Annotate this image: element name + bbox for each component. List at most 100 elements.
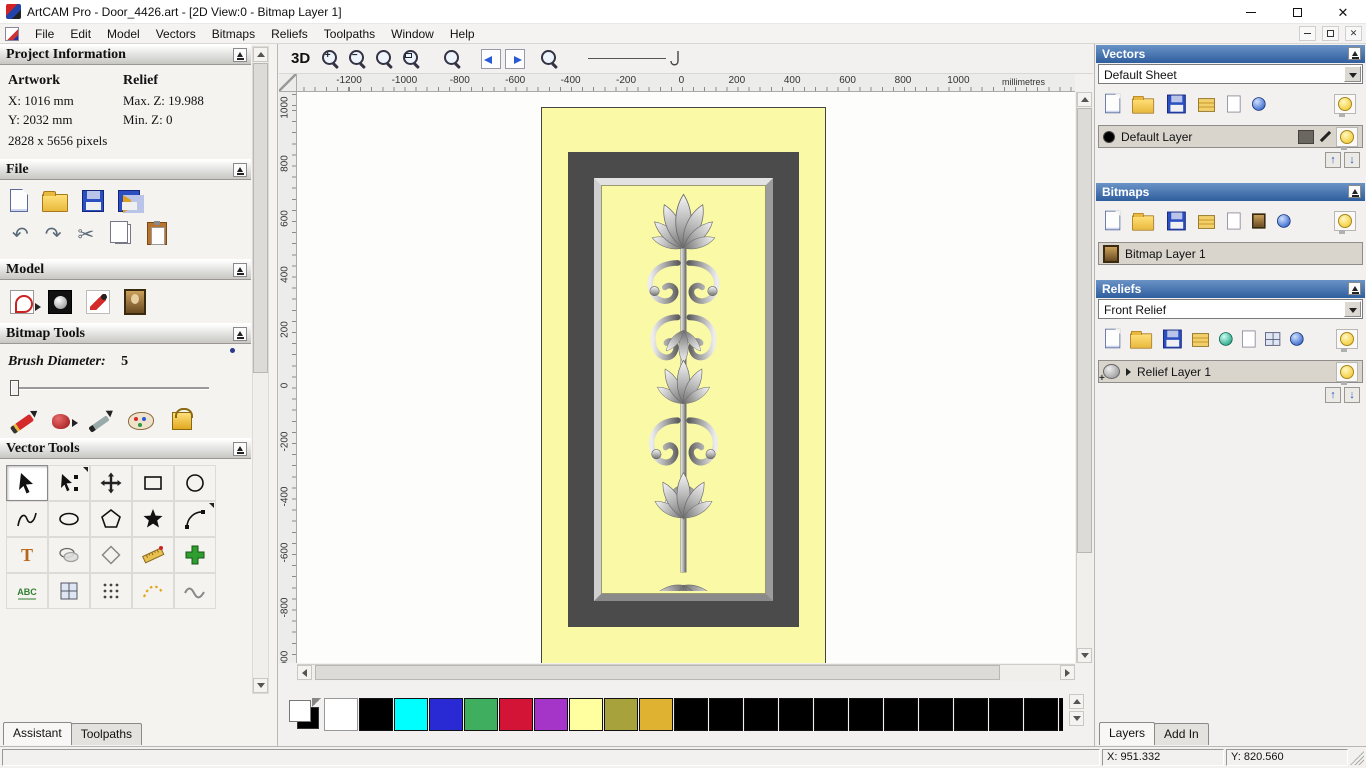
menu-file[interactable]: File: [27, 25, 62, 43]
scroll-left-button[interactable]: [297, 665, 312, 680]
scroll-up-button[interactable]: [1077, 92, 1092, 107]
new-relief-layer-icon[interactable]: [1242, 330, 1256, 347]
collapse-model-button[interactable]: [233, 263, 247, 277]
mdi-close-button[interactable]: ✕: [1345, 26, 1362, 41]
page-right-icon[interactable]: [505, 48, 526, 69]
flood-fill-icon[interactable]: [172, 408, 193, 430]
mdi-minimize-button[interactable]: [1299, 26, 1316, 41]
line-weight-control[interactable]: [588, 50, 684, 68]
canvas-viewport[interactable]: [297, 92, 1075, 663]
tool-wrap-vectors[interactable]: [48, 537, 90, 573]
palette-swatch-19[interactable]: [989, 697, 1023, 731]
zoom-window-icon[interactable]: [401, 48, 422, 70]
palette-swatch-4[interactable]: [464, 697, 498, 731]
door-artwork[interactable]: [541, 107, 826, 663]
save-model-icon[interactable]: [82, 189, 104, 212]
collapse-vectors-button[interactable]: [1348, 47, 1361, 60]
tab-assistant[interactable]: Assistant: [3, 722, 72, 745]
layer-visibility-button[interactable]: [1336, 126, 1358, 147]
layer-merge-icon[interactable]: [1298, 129, 1314, 144]
close-button[interactable]: ✕: [1320, 0, 1366, 24]
palette-swatch-20[interactable]: [1024, 697, 1058, 731]
tool-create-arc[interactable]: [174, 501, 216, 537]
palette-swatch-12[interactable]: [744, 697, 778, 731]
palette-swatch-6[interactable]: [534, 697, 568, 731]
palette-swatch-18[interactable]: [954, 697, 988, 731]
relief-grid-icon[interactable]: [1265, 331, 1281, 346]
copy-icon[interactable]: [110, 220, 132, 244]
scrollbar-thumb[interactable]: [315, 665, 1000, 680]
move-layer-up-button[interactable]: ↑: [1325, 152, 1341, 168]
adjust-model-icon[interactable]: [10, 290, 41, 314]
collapse-bitmap-tools-button[interactable]: [233, 327, 247, 341]
colour-palette-icon[interactable]: [128, 412, 154, 430]
tool-offset-vector[interactable]: [90, 537, 132, 573]
new-relief-icon[interactable]: [1105, 328, 1121, 349]
layer-edit-pen-icon[interactable]: [1318, 130, 1332, 144]
relief-blend-icon[interactable]: [1219, 331, 1233, 346]
tool-vector-doctor[interactable]: [174, 573, 216, 609]
tool-nest-vectors[interactable]: [90, 573, 132, 609]
new-sheet-icon[interactable]: [1227, 95, 1241, 112]
menu-edit[interactable]: Edit: [62, 25, 99, 43]
palette-scroll-up-button[interactable]: [1069, 694, 1084, 709]
assistant-scrollbar[interactable]: [252, 46, 269, 694]
tool-create-ellipse[interactable]: [48, 501, 90, 537]
relief-layer-row[interactable]: Relief Layer 1: [1098, 360, 1363, 384]
scroll-up-button[interactable]: [253, 47, 268, 62]
redo-icon[interactable]: ↷: [45, 223, 62, 245]
collapse-project-information-button[interactable]: [233, 48, 247, 62]
scroll-down-button[interactable]: [253, 678, 268, 693]
open-relief-icon[interactable]: [1130, 330, 1153, 349]
palette-swatch-9[interactable]: [639, 697, 673, 731]
open-bitmap-icon[interactable]: [1132, 212, 1155, 231]
slider-thumb[interactable]: [10, 380, 19, 396]
to-3d-sphere-icon[interactable]: [1277, 213, 1291, 228]
collapse-bitmaps-button[interactable]: [1348, 185, 1361, 198]
palette-swatch-1[interactable]: [359, 697, 393, 731]
save-relief-icon[interactable]: [1163, 329, 1182, 348]
save-vectors-icon[interactable]: [1167, 94, 1186, 113]
canvas-horizontal-scrollbar[interactable]: [297, 664, 1075, 681]
scroll-right-button[interactable]: [1060, 665, 1075, 680]
tool-text-block[interactable]: ABC: [6, 573, 48, 609]
vector-sheet-selector[interactable]: Default Sheet: [1098, 64, 1363, 84]
tool-bitmap-to-vector[interactable]: [48, 573, 90, 609]
collapse-reliefs-button[interactable]: [1348, 282, 1361, 295]
menu-toolpaths[interactable]: Toolpaths: [316, 25, 383, 43]
save-bitmap-icon[interactable]: [1167, 211, 1186, 230]
layer-visibility-button[interactable]: [1336, 361, 1358, 382]
primary-secondary-colour-swatch[interactable]: [287, 697, 321, 731]
tool-transform-vectors[interactable]: [90, 465, 132, 501]
zoom-object-icon[interactable]: [442, 48, 463, 70]
tool-create-text[interactable]: T: [6, 537, 48, 573]
maximize-button[interactable]: [1274, 0, 1320, 24]
cut-icon[interactable]: ✂: [78, 223, 95, 245]
palette-swatch-11[interactable]: [709, 697, 743, 731]
import-bitmap-icon[interactable]: [1198, 214, 1215, 229]
menu-vectors[interactable]: Vectors: [148, 25, 204, 43]
scrollbar-thumb[interactable]: [1077, 108, 1092, 554]
dropdown-button[interactable]: [1344, 66, 1361, 82]
greyscale-from-model-icon[interactable]: [48, 290, 72, 314]
undo-icon[interactable]: ↶: [12, 223, 29, 245]
toggle-all-visibility-button[interactable]: [1334, 210, 1356, 231]
tool-create-star[interactable]: [132, 501, 174, 537]
palette-swatch-16[interactable]: [884, 697, 918, 731]
palette-swatch-0[interactable]: [324, 697, 358, 731]
layer-colour-dot[interactable]: [1103, 130, 1115, 143]
tool-node-editing[interactable]: [48, 465, 90, 501]
toggle-all-visibility-button[interactable]: [1336, 328, 1358, 349]
palette-scroll-down-button[interactable]: [1069, 711, 1084, 726]
scroll-down-button[interactable]: [1077, 648, 1092, 663]
tool-create-polyline[interactable]: [6, 501, 48, 537]
menu-bitmaps[interactable]: Bitmaps: [204, 25, 263, 43]
menu-model[interactable]: Model: [99, 25, 148, 43]
new-vector-doc-icon[interactable]: [1105, 93, 1121, 114]
toggle-all-visibility-button[interactable]: [1334, 93, 1356, 114]
tool-select-vectors[interactable]: [6, 465, 48, 501]
collapse-vector-tools-button[interactable]: [233, 442, 247, 456]
collapse-file-button[interactable]: [233, 163, 247, 177]
palette-swatch-2[interactable]: [394, 697, 428, 731]
tool-create-circle[interactable]: [174, 465, 216, 501]
